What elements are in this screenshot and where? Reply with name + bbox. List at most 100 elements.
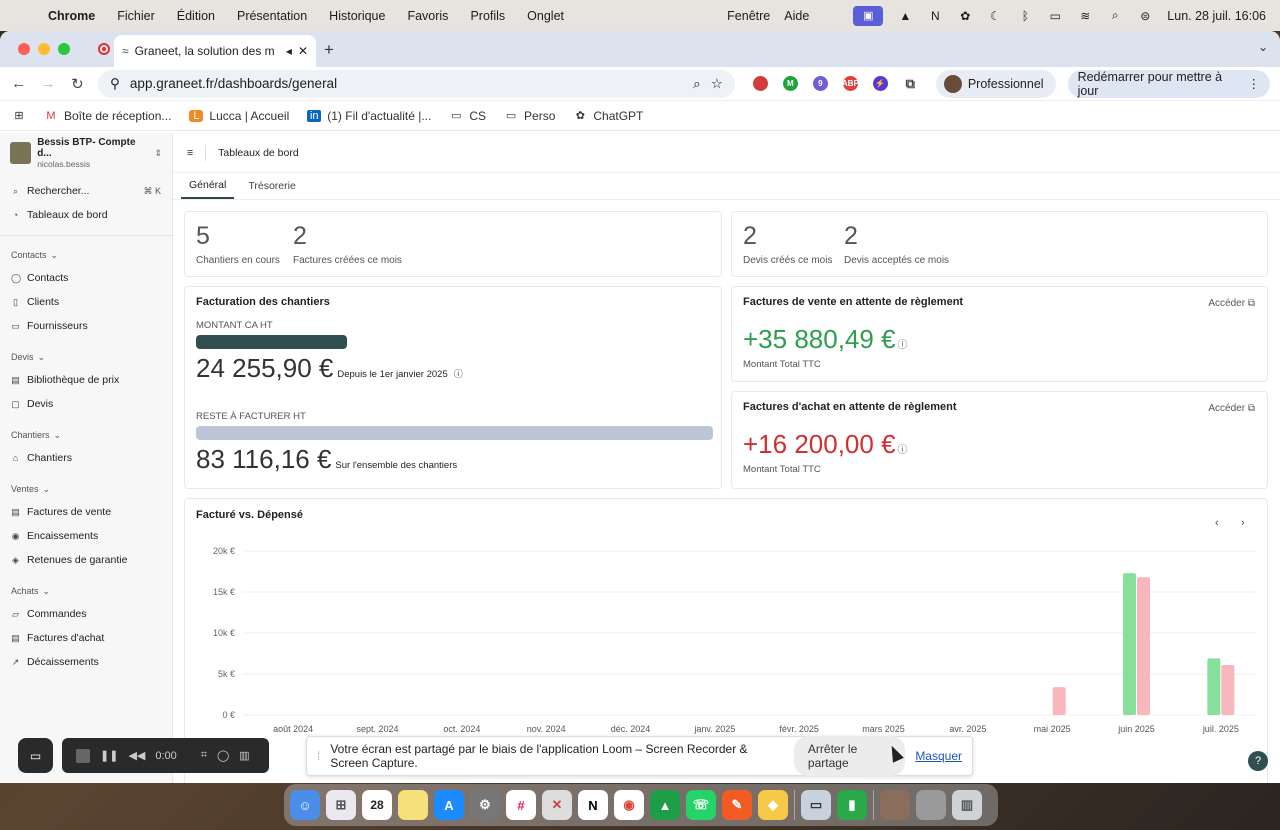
battery-icon[interactable]: ▭ bbox=[1047, 9, 1063, 23]
pause-icon[interactable]: ❚❚ bbox=[100, 749, 118, 762]
extensions-puzzle-icon[interactable]: ⧉ bbox=[902, 76, 918, 91]
drawing-icon[interactable]: ⌗ bbox=[201, 749, 207, 762]
tab-search-chevron-icon[interactable]: ⌄ bbox=[1258, 40, 1268, 54]
hide-banner-link[interactable]: Masquer bbox=[915, 749, 962, 763]
tab-general[interactable]: Général bbox=[181, 179, 235, 199]
menu-profils[interactable]: Profils bbox=[470, 9, 505, 23]
sidebar-item-receipts[interactable]: ◉ Encaissements bbox=[0, 524, 172, 548]
app-store-icon[interactable]: A bbox=[434, 790, 464, 820]
extension-purple-icon[interactable]: 9 bbox=[812, 76, 828, 91]
app-red-icon[interactable]: ✕ bbox=[542, 790, 572, 820]
whatsapp-icon[interactable]: ☏ bbox=[686, 790, 716, 820]
sales-pending-link[interactable]: Accéder ⧉ bbox=[1208, 298, 1255, 309]
profile-button[interactable]: Professionnel bbox=[935, 69, 1056, 98]
openai-status-icon[interactable]: ✿ bbox=[957, 9, 973, 23]
bookmark-lucca[interactable]: L Lucca | Accueil bbox=[189, 109, 289, 123]
chrome-icon[interactable]: ◉ bbox=[614, 790, 644, 820]
menu-fenetre[interactable]: Fenêtre bbox=[727, 9, 770, 23]
apps-grid-icon[interactable]: ⊞ bbox=[12, 110, 26, 122]
adblock-icon[interactable]: ABP bbox=[842, 76, 859, 91]
notion-status-icon[interactable]: N bbox=[927, 9, 943, 23]
purchase-pending-link[interactable]: Accéder ⧉ bbox=[1208, 403, 1255, 414]
recent-file-icon[interactable] bbox=[880, 790, 910, 820]
rewind-icon[interactable]: ◀◀ bbox=[128, 749, 145, 762]
chart-bar-pink[interactable] bbox=[1137, 577, 1150, 715]
finder-icon[interactable]: ☺ bbox=[290, 790, 320, 820]
circle-icon[interactable]: ◯ bbox=[217, 749, 229, 762]
trash-icon[interactable]: ▥ bbox=[239, 749, 249, 762]
launchpad-icon[interactable]: ⊞ bbox=[326, 790, 356, 820]
extension-green-icon[interactable]: M bbox=[782, 76, 798, 91]
company-switcher[interactable]: Bessis BTP- Compte d... nicolas.bessis ⇕ bbox=[0, 133, 172, 173]
sidebar-item-disbursements[interactable]: ↗ Décaissements bbox=[0, 650, 172, 674]
chart-bar-pink[interactable] bbox=[1052, 687, 1066, 715]
more-menu-icon[interactable]: ⋮ bbox=[1248, 76, 1261, 91]
section-chantiers[interactable]: Chantiers ⌄ bbox=[0, 424, 172, 446]
loom-camera-button[interactable]: ▭ bbox=[18, 738, 53, 773]
url-text[interactable]: app.graneet.fr/dashboards/general bbox=[130, 76, 683, 91]
recent-window-icon[interactable] bbox=[916, 790, 946, 820]
menu-favoris[interactable]: Favoris bbox=[407, 9, 448, 23]
tab-tresorerie[interactable]: Trésorerie bbox=[248, 180, 295, 199]
back-button[interactable]: ← bbox=[10, 75, 27, 92]
chart-bar-pink[interactable] bbox=[1221, 664, 1235, 715]
close-window-button[interactable] bbox=[18, 43, 30, 55]
numbers-icon[interactable]: ▮ bbox=[837, 790, 867, 820]
slack-icon[interactable]: # bbox=[506, 790, 536, 820]
trash-bin-icon[interactable]: ▥ bbox=[952, 790, 982, 820]
zoom-icon[interactable]: ⌕ bbox=[693, 76, 701, 92]
sidebar-item-contacts[interactable]: ◯ Contacts bbox=[0, 266, 172, 290]
bookmark-folder-perso[interactable]: ▭ Perso bbox=[504, 109, 556, 123]
bookmark-folder-cs[interactable]: ▭ CS bbox=[449, 109, 486, 123]
section-contacts[interactable]: Contacts ⌄ bbox=[0, 244, 172, 266]
focus-moon-icon[interactable]: ☾ bbox=[987, 9, 1003, 23]
stat-factures[interactable]: 2 Factures créées ce mois bbox=[293, 222, 402, 266]
extension-red-icon[interactable] bbox=[752, 76, 768, 91]
sidebar-item-clients[interactable]: ▯ Clients bbox=[0, 290, 172, 314]
stat-devis-acceptes[interactable]: 2 Devis acceptés ce mois bbox=[844, 222, 949, 266]
reload-button[interactable]: ↻ bbox=[69, 75, 86, 93]
minimize-window-button[interactable] bbox=[38, 43, 50, 55]
chart-prev-icon[interactable]: ‹ bbox=[1215, 517, 1219, 529]
new-tab-button[interactable]: + bbox=[324, 40, 334, 60]
bookmark-chatgpt[interactable]: ✿ ChatGPT bbox=[573, 109, 644, 123]
chart-bar-green[interactable] bbox=[1123, 573, 1136, 715]
bookmark-gmail[interactable]: M Boîte de réception... bbox=[44, 109, 171, 123]
menubar-datetime[interactable]: Lun. 28 juil. 16:06 bbox=[1167, 9, 1266, 23]
stat-devis-crees[interactable]: 2 Devis créés ce mois bbox=[743, 222, 832, 266]
sidebar-item-suppliers[interactable]: ▭ Fournisseurs bbox=[0, 314, 172, 338]
section-achats[interactable]: Achats ⌄ bbox=[0, 580, 172, 602]
extension-bolt-icon[interactable]: ⚡ bbox=[872, 76, 888, 91]
chart-next-icon[interactable]: › bbox=[1241, 517, 1245, 529]
menu-edition[interactable]: Édition bbox=[177, 9, 215, 23]
sidebar-item-dashboards[interactable]: ◔ Tableaux de bord bbox=[0, 203, 172, 227]
screen-record-icon[interactable]: ▣ bbox=[853, 5, 884, 26]
section-devis[interactable]: Devis ⌄ bbox=[0, 346, 172, 368]
sidebar-search[interactable]: ⌕ Rechercher... ⌘ K bbox=[0, 179, 172, 203]
calendar-icon[interactable]: 28 bbox=[362, 790, 392, 820]
preview-icon[interactable]: ▭ bbox=[801, 790, 831, 820]
sidebar-item-purchase-invoices[interactable]: ▤ Factures d'achat bbox=[0, 626, 172, 650]
sidebar-item-price-library[interactable]: ▤ Bibliothèque de prix bbox=[0, 368, 172, 392]
stat-chantiers[interactable]: 5 Chantiers en cours bbox=[196, 222, 280, 266]
info-icon[interactable]: ⓘ bbox=[454, 369, 463, 379]
section-ventes[interactable]: Ventes ⌄ bbox=[0, 478, 172, 500]
stop-sharing-button[interactable]: Arrêter le partage bbox=[793, 736, 906, 776]
help-circle-icon[interactable]: ⓘ bbox=[898, 445, 908, 456]
bookmark-star-icon[interactable]: ☆ bbox=[711, 76, 723, 92]
stop-icon[interactable] bbox=[76, 748, 90, 763]
chart-bar-green[interactable] bbox=[1207, 658, 1221, 715]
tab-audio-icon[interactable]: ◂ bbox=[286, 44, 292, 58]
control-center-icon[interactable]: ⊜ bbox=[1137, 9, 1153, 23]
notion-icon[interactable]: N bbox=[578, 790, 608, 820]
maximize-window-button[interactable] bbox=[58, 43, 70, 55]
site-info-icon[interactable]: ⚲ bbox=[110, 76, 120, 92]
menu-fichier[interactable]: Fichier bbox=[117, 9, 155, 23]
bluetooth-icon[interactable]: ᛒ bbox=[1017, 9, 1033, 23]
menu-presentation[interactable]: Présentation bbox=[237, 9, 307, 23]
forward-button[interactable]: → bbox=[39, 75, 56, 92]
notes-icon[interactable] bbox=[398, 790, 428, 820]
address-bar[interactable]: ⚲ app.graneet.fr/dashboards/general ⌕ ☆ bbox=[98, 69, 735, 98]
pen-app-icon[interactable]: ✎ bbox=[722, 790, 752, 820]
browser-tab-graneet[interactable]: ≈ Graneet, la solution des m ◂ ✕ bbox=[114, 35, 316, 67]
